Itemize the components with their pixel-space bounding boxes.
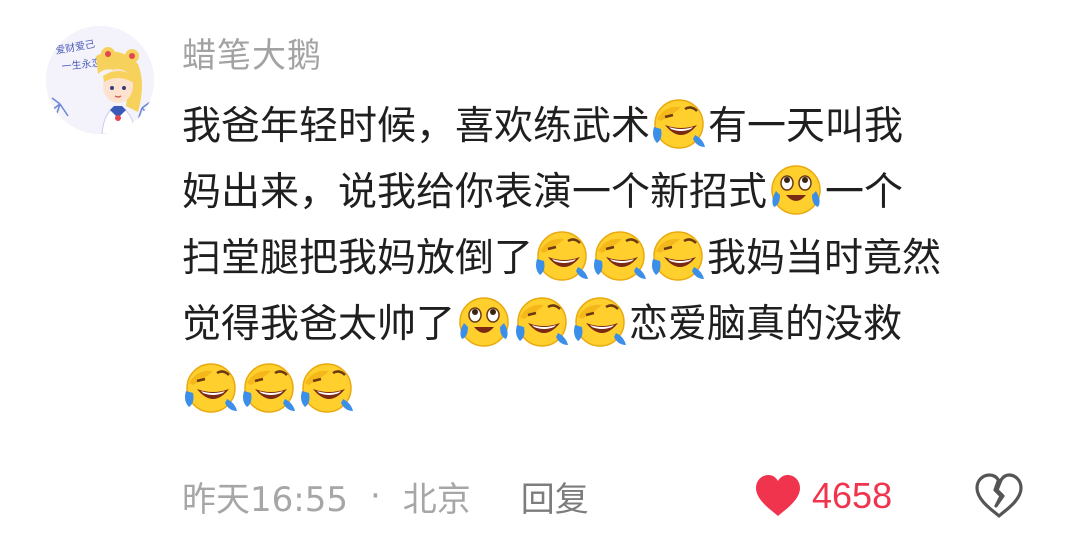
broken-heart-icon	[975, 473, 1023, 518]
comment-text: 我爸年轻时候，喜欢练武术 有一天叫我妈出来，说我给你表演一个新招式 一个扫堂腿把我妈…	[182, 94, 1042, 424]
tears-of-joy-emoji-icon	[768, 161, 824, 217]
dislike-button[interactable]	[974, 472, 1024, 520]
comment-text-segment: 恋爱脑真的没救	[629, 302, 903, 347]
comment-text-segment: 一个	[825, 170, 904, 215]
comment-line: 觉得我爸太帅了 恋爱脑真的没救	[182, 292, 1042, 358]
comment-line	[182, 358, 1042, 424]
comment-line: 扫堂腿把我妈放倒了 我妈当时竟然	[182, 226, 1042, 292]
heart-filled-icon	[756, 475, 800, 516]
reply-button[interactable]: 回复	[521, 472, 589, 521]
laugh-cry-emoji-icon	[534, 227, 590, 283]
comment-text-segment: 扫堂腿把我妈放倒了	[182, 236, 534, 281]
laugh-cry-emoji-icon	[183, 359, 239, 415]
comment-text-segment: 我爸年轻时候，喜欢练武术	[182, 104, 651, 149]
anime-girl-avatar-icon: 爱财爱己 一生永恋	[46, 26, 154, 134]
laugh-cry-emoji-icon	[650, 227, 706, 283]
laugh-cry-emoji-icon	[241, 359, 297, 415]
laugh-cry-emoji-icon	[592, 227, 648, 283]
laugh-cry-emoji-icon	[299, 359, 355, 415]
comment-text-segment: 我妈当时竟然	[707, 236, 942, 281]
comment-meta: 昨天16:55 · 北京 回复	[182, 472, 589, 520]
comment-line: 妈出来，说我给你表演一个新招式 一个	[182, 160, 1042, 226]
comment-location: 北京	[402, 479, 471, 520]
like-count: 4658	[812, 475, 893, 516]
tears-of-joy-emoji-icon	[456, 293, 512, 349]
laugh-cry-emoji-icon	[514, 293, 570, 349]
like-button[interactable]: 4658	[754, 472, 892, 520]
comment-line: 我爸年轻时候，喜欢练武术 有一天叫我	[182, 94, 1042, 160]
comment-item: 爱财爱己 一生永恋 蜡笔大鹅 我爸年轻时候，喜欢练武术 有一天叫我妈出来，说我给你…	[0, 0, 1080, 544]
meta-separator: ·	[369, 476, 381, 516]
comment-text-segment: 有一天叫我	[708, 104, 904, 149]
laugh-cry-emoji-icon	[651, 95, 707, 151]
laugh-cry-emoji-icon	[572, 293, 628, 349]
user-avatar[interactable]: 爱财爱己 一生永恋	[46, 26, 154, 134]
username[interactable]: 蜡笔大鹅	[182, 36, 322, 76]
comment-time: 昨天16:55	[182, 479, 348, 520]
comment-text-segment: 觉得我爸太帅了	[182, 302, 456, 347]
comment-text-segment: 妈出来，说我给你表演一个新招式	[182, 170, 768, 215]
